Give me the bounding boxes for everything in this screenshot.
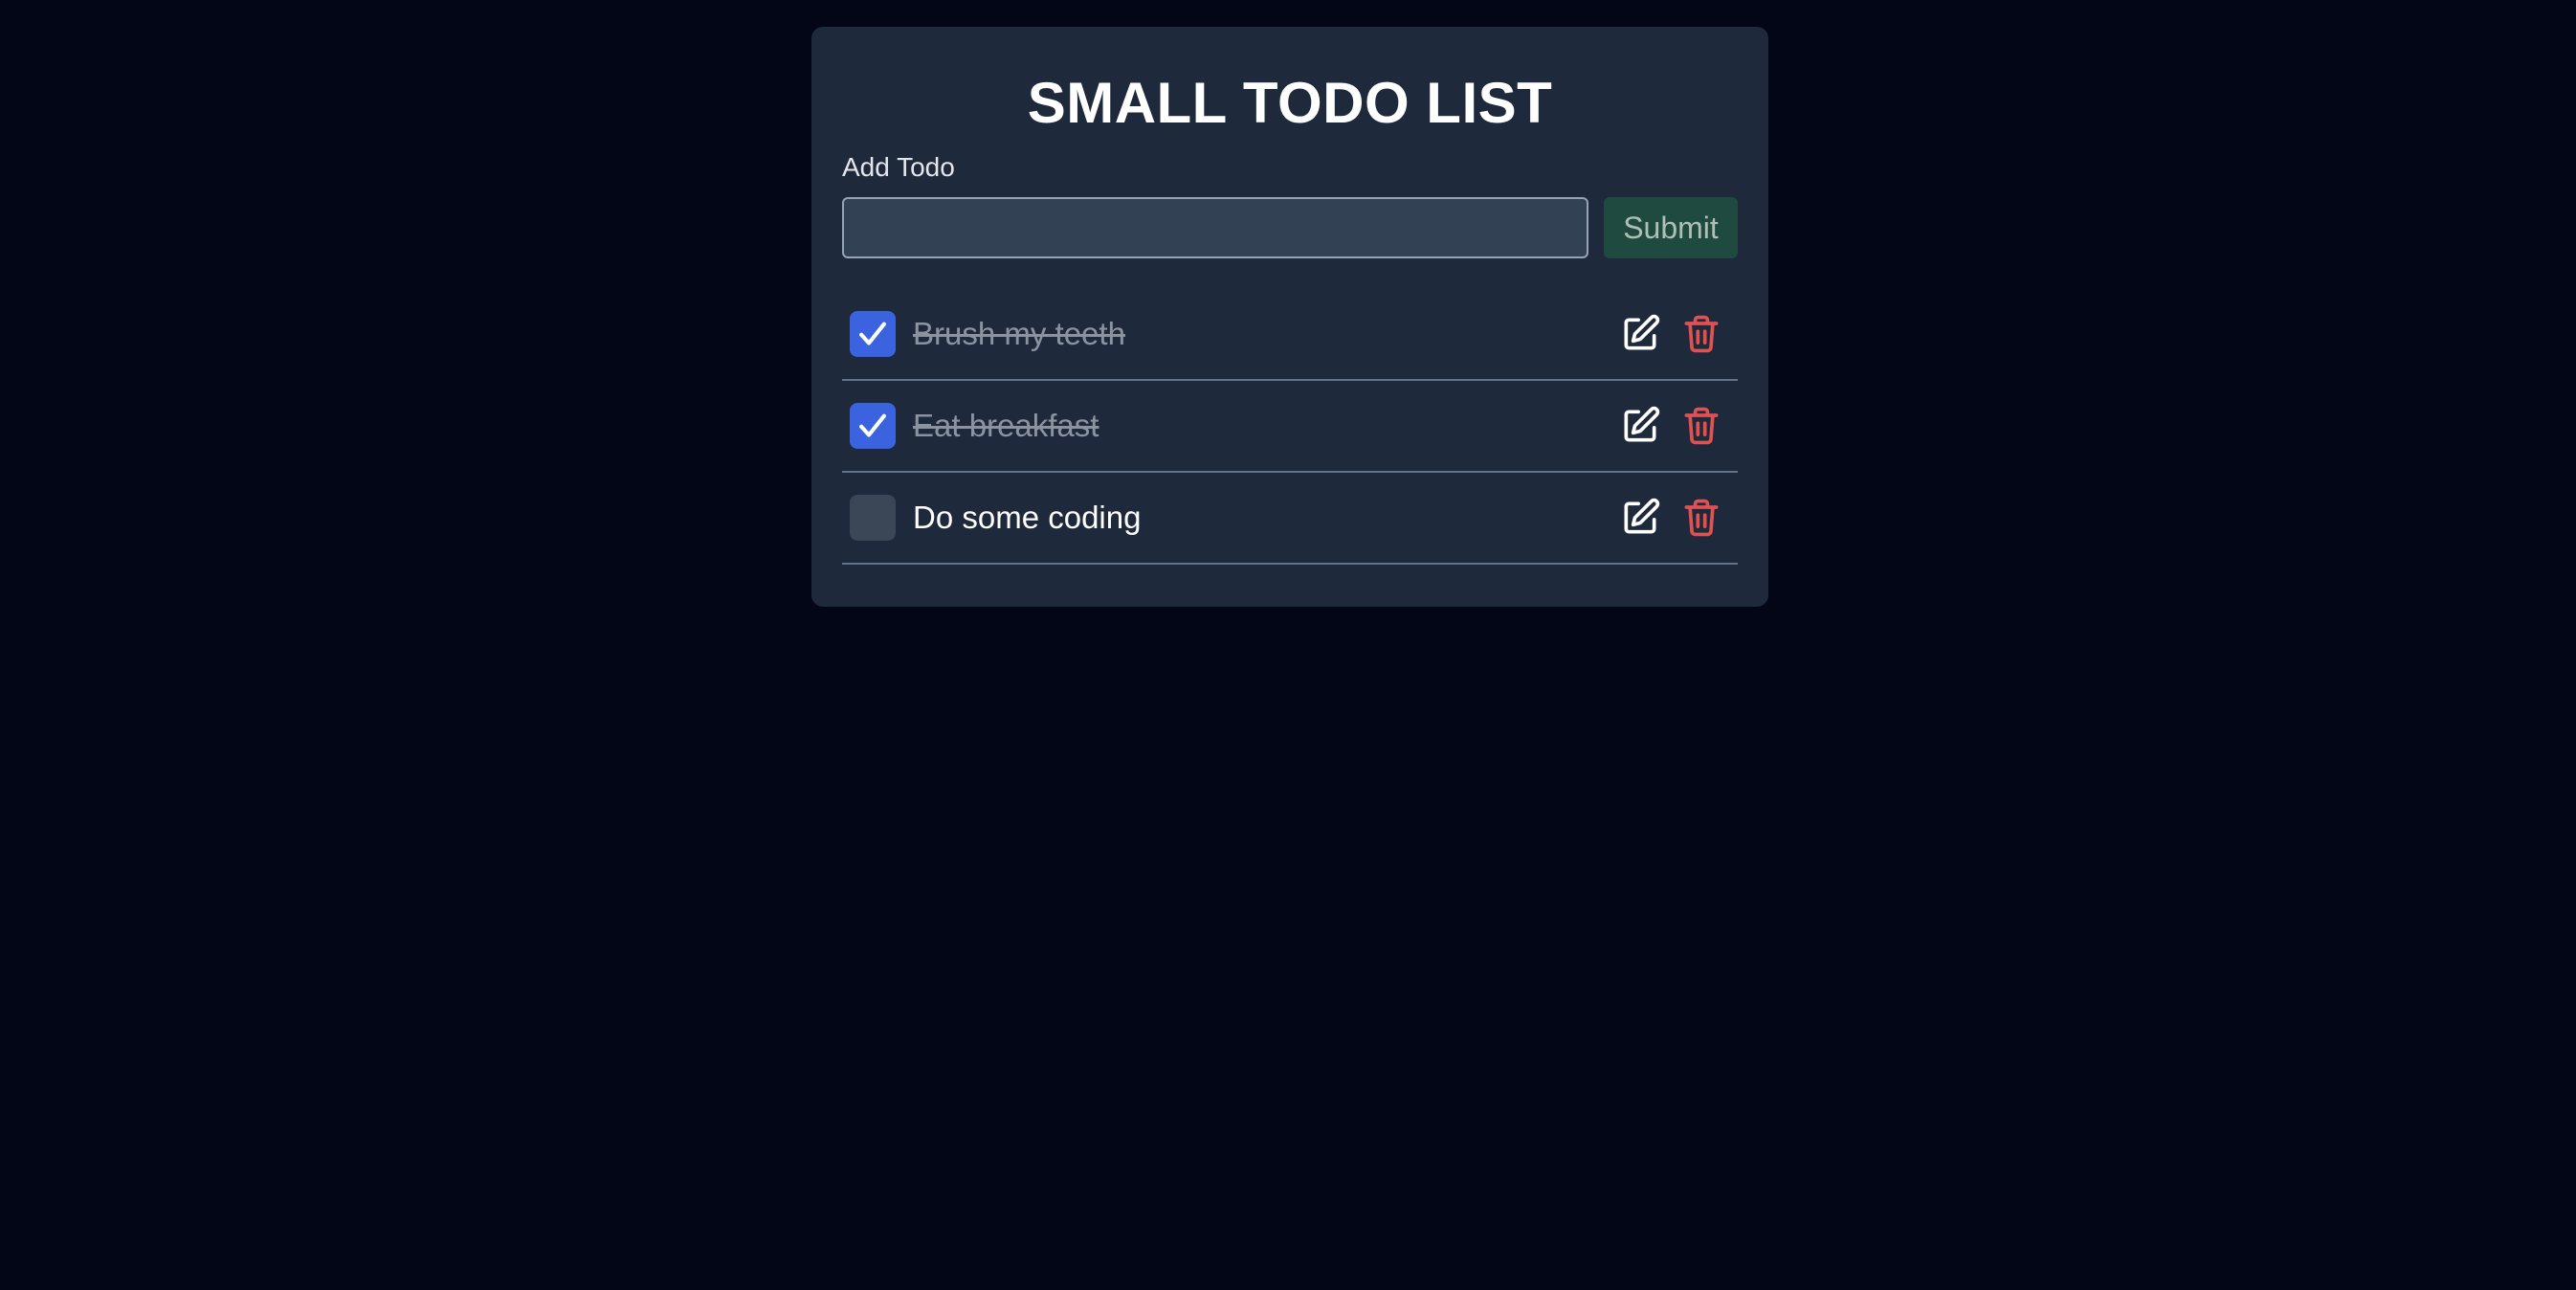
todo-checkbox[interactable] [850,495,896,541]
todo-text: Do some coding [913,500,1142,535]
todo-checkbox[interactable] [850,403,896,449]
todo-actions [1617,403,1724,449]
todo-item: Do some coding [842,473,1738,565]
edit-button[interactable] [1617,311,1663,357]
edit-icon [1624,498,1660,534]
todo-input[interactable] [842,197,1588,258]
check-icon [859,322,886,345]
todo-card: SMALL TODO LIST Add Todo Submit Brush my… [811,27,1768,607]
delete-button[interactable] [1678,495,1724,541]
edit-icon [1624,406,1660,442]
edit-button[interactable] [1617,495,1663,541]
todo-text: Brush my teeth [913,316,1125,351]
todo-item: Brush my teeth [842,289,1738,381]
todo-actions [1617,311,1724,357]
submit-button[interactable]: Submit [1604,197,1738,258]
edit-button[interactable] [1617,403,1663,449]
page-title: SMALL TODO LIST [1027,71,1553,135]
add-todo-label: Add Todo [842,152,955,182]
trash-icon [1684,407,1719,445]
todo-list: Brush my teeth Eat breakfast Do some cod… [842,289,1738,565]
trash-icon [1684,499,1719,537]
todo-item: Eat breakfast [842,381,1738,473]
add-todo-form: Submit [842,197,1738,258]
trash-icon [1684,315,1719,353]
todo-actions [1617,495,1724,541]
delete-button[interactable] [1678,311,1724,357]
delete-button[interactable] [1678,403,1724,449]
todo-checkbox[interactable] [850,311,896,357]
check-icon [859,413,886,437]
edit-icon [1624,314,1660,350]
todo-text: Eat breakfast [913,408,1099,443]
